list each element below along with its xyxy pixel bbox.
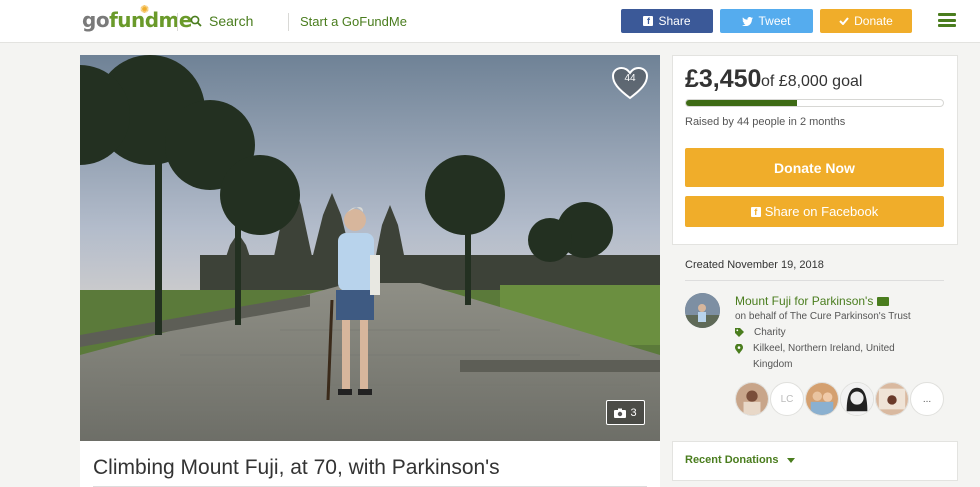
search-icon (190, 15, 202, 27)
logo-sprout-icon: ✺ (140, 3, 149, 16)
location-line: Kilkeel, Northern Ireland, United Kingdo… (735, 341, 925, 373)
donor-avatar[interactable] (840, 382, 874, 416)
recent-donations-toggle[interactable]: Recent Donations (685, 454, 795, 466)
tag-icon (735, 328, 744, 337)
progress-fill (686, 100, 797, 106)
organizer-name: Mount Fuji for Parkinson's (735, 294, 874, 308)
category-line: Charity (735, 325, 925, 341)
recent-donations-label: Recent Donations (685, 454, 779, 466)
progress-bar (685, 99, 944, 107)
facebook-icon: f (643, 16, 654, 26)
divider (685, 280, 944, 281)
goal-amount: of £8,000 goal (761, 73, 863, 90)
envelope-icon[interactable] (877, 296, 890, 306)
search-link[interactable]: Search (190, 13, 253, 29)
logo-text-fundme: fundme (109, 8, 192, 32)
logo-text-go: go (82, 8, 110, 32)
map-pin-icon (735, 344, 743, 354)
heart-count: 44 (624, 73, 636, 84)
beneficiary-text: on behalf of The Cure Parkinson's Trust (735, 311, 911, 322)
start-gofundme-link[interactable]: Start a GoFundMe (300, 14, 407, 29)
search-label: Search (209, 13, 254, 29)
donor-avatar[interactable] (735, 382, 769, 416)
donor-avatars: LC ... (735, 382, 944, 416)
checkmark-icon (839, 17, 849, 25)
photo-count: 3 (630, 406, 637, 419)
donate-label: Donate (854, 14, 893, 28)
raised-amount: £3,450 (685, 65, 762, 93)
created-date: Created November 19, 2018 (685, 259, 824, 271)
organizer-name-link[interactable]: Mount Fuji for Parkinson's (735, 294, 890, 308)
organizer-avatar[interactable] (685, 293, 720, 328)
divider (177, 13, 178, 31)
photo-gallery-button[interactable]: 3 (606, 400, 645, 425)
donate-now-button[interactable]: Donate Now (685, 148, 944, 187)
campaign-photo[interactable] (80, 55, 660, 442)
facebook-icon: f (750, 206, 761, 217)
raised-summary: Raised by 44 people in 2 months (685, 116, 846, 128)
recent-donations-card: Recent Donations (672, 441, 958, 481)
share-on-facebook-button[interactable]: f Share on Facebook (685, 196, 944, 227)
twitter-icon (742, 16, 754, 26)
caret-down-icon (786, 457, 795, 463)
donor-avatar[interactable] (805, 382, 839, 416)
share-facebook-label: Share on Facebook (764, 204, 879, 219)
donor-avatar-initials[interactable]: LC (770, 382, 804, 416)
page-title: Climbing Mount Fuji, at 70, with Parkins… (93, 456, 500, 479)
share-label: Share (658, 14, 691, 28)
camera-icon (614, 408, 627, 418)
more-donors-button[interactable]: ... (910, 382, 944, 416)
campaign-photo-illustration (80, 55, 660, 442)
menu-hamburger-icon[interactable] (938, 13, 956, 27)
divider (288, 13, 289, 31)
campaign-title-card: Climbing Mount Fuji, at 70, with Parkins… (80, 441, 660, 487)
top-navigation: gofundme ✺ Search Start a GoFundMe f Sha… (0, 0, 980, 43)
gofundme-logo[interactable]: gofundme ✺ (82, 3, 192, 32)
location-label: Kilkeel, Northern Ireland, United Kingdo… (753, 343, 895, 370)
tweet-button[interactable]: Tweet (720, 9, 813, 33)
facebook-share-button[interactable]: f Share (621, 9, 713, 33)
category-label: Charity (754, 327, 786, 338)
header-donate-button[interactable]: Donate (820, 9, 912, 33)
donor-avatar[interactable] (875, 382, 909, 416)
tweet-label: Tweet (758, 14, 791, 28)
donation-panel: £3,450 of £8,000 goal Raised by 44 peopl… (672, 55, 958, 245)
